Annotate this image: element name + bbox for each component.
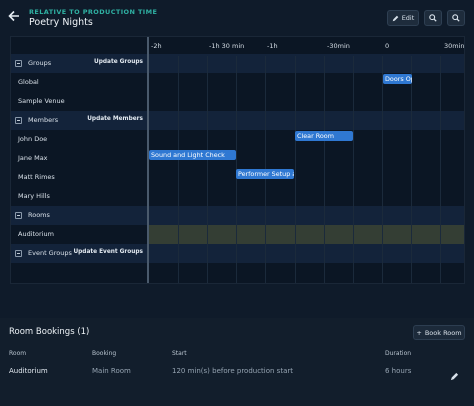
tick-label: 30min: [444, 42, 465, 50]
column-header-booking: Booking: [92, 350, 117, 357]
magnifier-plus-icon: [429, 14, 437, 22]
tick-label: -1h 30 min: [209, 42, 245, 50]
grid-line: [353, 56, 354, 283]
book-room-label: Book Room: [424, 328, 462, 337]
zoom-in-button[interactable]: [424, 10, 442, 26]
page-subtitle: RELATIVE TO PRODUCTION TIME: [29, 8, 158, 16]
timeline-row: Mary Hills: [11, 187, 464, 206]
row-label: Groups: [28, 59, 52, 67]
timeline-row-auditorium: Auditorium: [11, 225, 464, 244]
timeline-grid: -2h -1h 30 min -1h -30min 0 30min Groups…: [10, 36, 465, 284]
update-groups-button[interactable]: Update Groups: [94, 59, 143, 65]
page-header: RELATIVE TO PRODUCTION TIME Poetry Night…: [0, 0, 474, 36]
row-label: Auditorium: [18, 230, 54, 238]
collapse-icon[interactable]: [15, 250, 22, 257]
horizontal-scrollbar[interactable]: [276, 283, 304, 284]
edit-button[interactable]: Edit: [387, 10, 419, 26]
column-header-room: Room: [9, 350, 27, 357]
zoom-out-button[interactable]: [447, 10, 465, 26]
section-row-rooms: Rooms: [11, 206, 464, 225]
room-booking-highlight[interactable]: [149, 225, 464, 244]
section-row-members: Members Update Members: [11, 111, 464, 130]
event-performer-setup[interactable]: Performer Setup a: [236, 169, 294, 179]
edit-booking-pencil-icon[interactable]: [450, 366, 459, 381]
now-divider: [147, 37, 149, 283]
section-row-groups: Groups Update Groups: [11, 54, 464, 73]
section-row-event-groups: Event Groups Update Event Groups: [11, 244, 464, 263]
event-sound-and-light-check[interactable]: Sound and Light Check: [149, 150, 236, 160]
booking-duration: 6 hours: [385, 367, 412, 375]
booking-room: Auditorium: [9, 367, 48, 375]
collapse-icon[interactable]: [15, 212, 22, 219]
grid-line: [207, 56, 208, 283]
event-doors-open[interactable]: Doors Op: [383, 74, 412, 84]
column-header-start: Start: [172, 350, 187, 357]
grid-line: [324, 56, 325, 283]
collapse-icon[interactable]: [15, 60, 22, 67]
book-room-button[interactable]: + Book Room: [413, 325, 465, 340]
row-label: John Doe: [18, 135, 48, 143]
page-title: Poetry Nights: [29, 17, 93, 28]
timeline-row: John Doe: [11, 130, 464, 149]
row-label: Event Groups: [28, 249, 72, 257]
grid-line: [440, 56, 441, 283]
grid-line: [411, 56, 412, 283]
grid-line: [382, 56, 383, 283]
column-header-duration: Duration: [385, 350, 412, 357]
booking-start: 120 min(s) before production start: [172, 367, 293, 375]
grid-line: [178, 56, 179, 283]
row-label: Rooms: [28, 211, 50, 219]
event-clear-room[interactable]: Clear Room: [295, 131, 353, 141]
tick-label: -2h: [151, 42, 162, 50]
timeline-row: Jane Max: [11, 149, 464, 168]
collapse-icon[interactable]: [15, 117, 22, 124]
plus-icon: +: [416, 328, 422, 337]
room-bookings-panel: Room Bookings (1) + Book Room Room Booki…: [0, 318, 474, 406]
back-arrow-icon[interactable]: [8, 9, 22, 25]
tick-label: -30min: [327, 42, 350, 50]
row-label: Sample Venue: [18, 97, 65, 105]
update-event-groups-button[interactable]: Update Event Groups: [73, 249, 143, 255]
row-label: Global: [18, 78, 39, 86]
tick-label: 0: [385, 42, 390, 50]
timeline-row: Sample Venue: [11, 92, 464, 111]
booking-name: Main Room: [92, 367, 131, 375]
pencil-icon: [392, 15, 399, 22]
row-label: Members: [28, 116, 59, 124]
grid-line: [295, 56, 296, 283]
update-members-button[interactable]: Update Members: [87, 116, 143, 122]
edit-button-label: Edit: [401, 14, 415, 22]
row-label: Jane Max: [18, 154, 48, 162]
row-label: Mary Hills: [18, 192, 50, 200]
row-label: Matt Rimes: [18, 173, 55, 181]
magnifier-minus-icon: [452, 14, 460, 22]
tick-label: -1h: [267, 42, 278, 50]
room-bookings-title: Room Bookings (1): [9, 327, 90, 337]
